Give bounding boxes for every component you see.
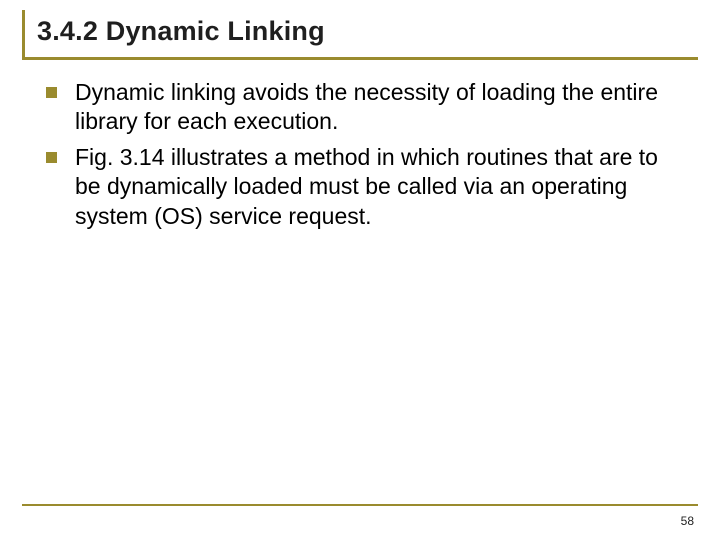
bullet-square-icon: [46, 87, 57, 98]
list-item: Fig. 3.14 illustrates a method in which …: [46, 143, 688, 231]
footer-divider: [22, 504, 698, 506]
list-item: Dynamic linking avoids the necessity of …: [46, 78, 688, 137]
bullet-square-icon: [46, 152, 57, 163]
slide-body: Dynamic linking avoids the necessity of …: [22, 78, 698, 231]
title-container: 3.4.2 Dynamic Linking: [22, 10, 698, 60]
bullet-text: Fig. 3.14 illustrates a method in which …: [75, 143, 688, 231]
slide: 3.4.2 Dynamic Linking Dynamic linking av…: [0, 0, 720, 540]
page-number: 58: [681, 514, 694, 528]
slide-title: 3.4.2 Dynamic Linking: [37, 16, 698, 47]
bullet-text: Dynamic linking avoids the necessity of …: [75, 78, 688, 137]
